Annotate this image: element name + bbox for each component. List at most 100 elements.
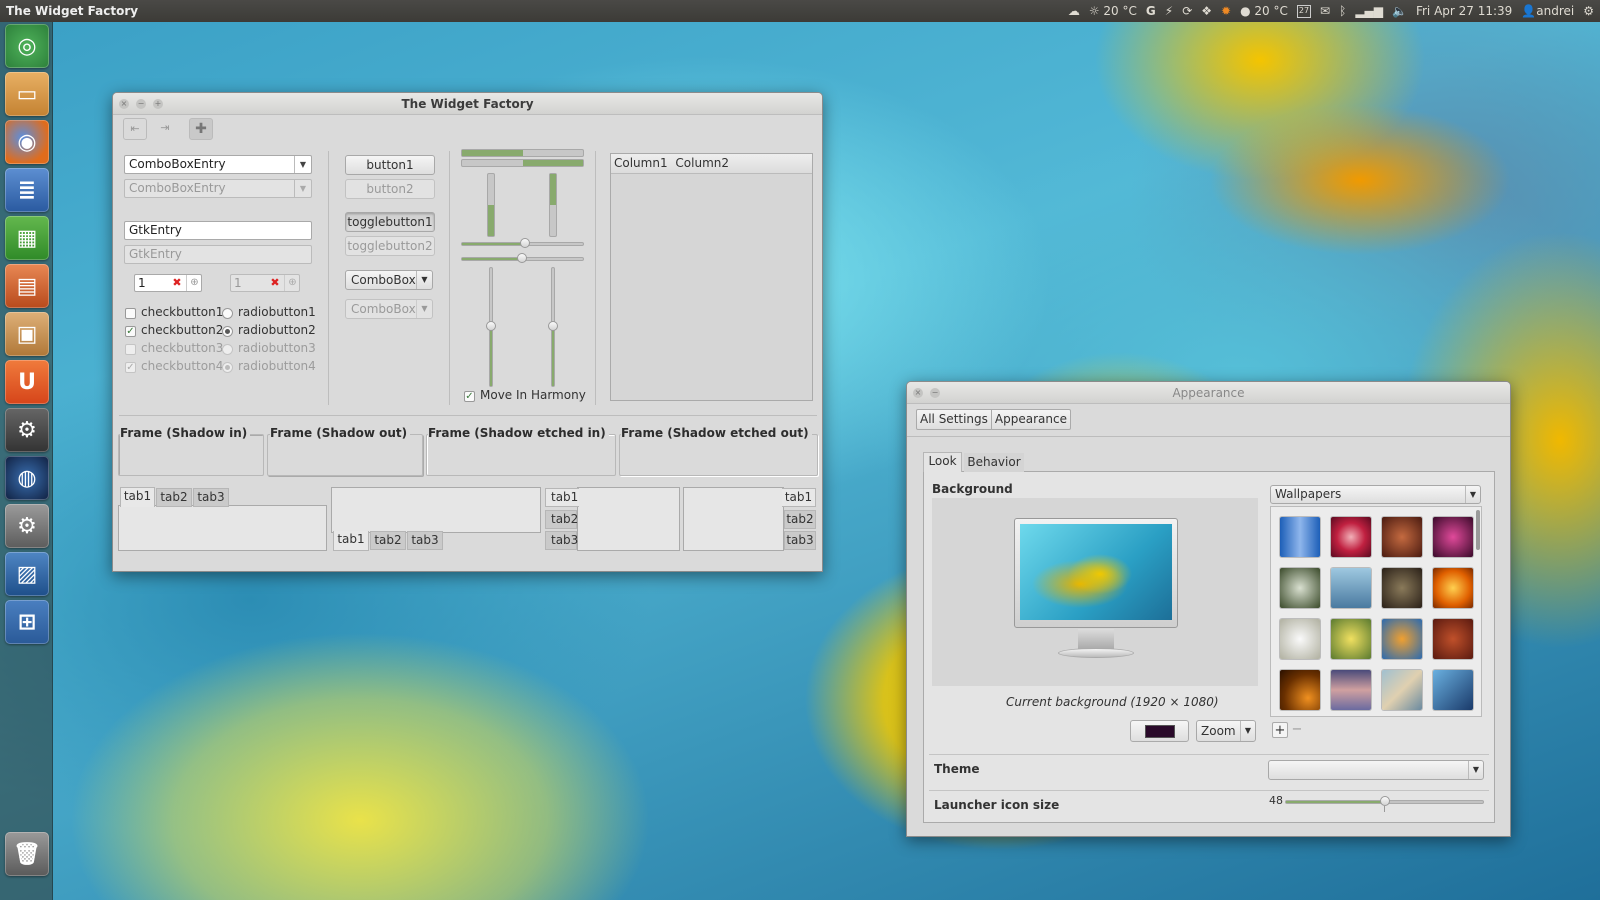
background-color-button[interactable] bbox=[1130, 720, 1189, 742]
dropbox-icon[interactable]: ❖ bbox=[1201, 4, 1212, 18]
dash-icon[interactable]: ◎ bbox=[5, 24, 49, 68]
gear-icon[interactable]: ⚙ bbox=[1583, 4, 1594, 18]
notebook-bottom-tab1[interactable]: tab1 bbox=[333, 531, 369, 551]
wallpaper-thumb[interactable] bbox=[1382, 568, 1422, 608]
notebook-bottom-tab2[interactable]: tab2 bbox=[370, 531, 406, 550]
first-page-button[interactable]: ⇤ bbox=[123, 118, 147, 140]
combo-box[interactable]: ComboBox ▼ bbox=[345, 270, 433, 290]
radiobutton1[interactable] bbox=[222, 308, 233, 319]
scale-knob[interactable] bbox=[520, 238, 530, 248]
wallpaper-thumb[interactable] bbox=[1280, 670, 1320, 710]
last-page-button[interactable]: ⇥ bbox=[153, 118, 177, 140]
home-folder-icon[interactable]: ▭ bbox=[5, 72, 49, 116]
wallpaper-thumb[interactable] bbox=[1433, 568, 1473, 608]
tab-behavior[interactable]: Behavior bbox=[964, 453, 1024, 472]
combo-box-entry[interactable]: ComboBoxEntry ▼ bbox=[124, 155, 312, 174]
firefox-icon[interactable]: ◉ bbox=[5, 120, 49, 164]
add-button[interactable]: ✚ bbox=[189, 118, 213, 140]
theme-combo[interactable]: ▼ bbox=[1268, 760, 1484, 780]
add-wallpaper-button[interactable]: + bbox=[1272, 722, 1288, 738]
notebook-right-tab3[interactable]: tab3 bbox=[784, 531, 816, 550]
network-icon[interactable]: ▂▄▆ bbox=[1355, 4, 1383, 18]
mail-icon[interactable]: ✉ bbox=[1320, 4, 1330, 18]
notebook-left-tab1[interactable]: tab1 bbox=[545, 488, 579, 507]
wallpaper-thumb[interactable] bbox=[1331, 670, 1371, 710]
radiobutton2[interactable] bbox=[222, 326, 233, 337]
button1[interactable]: button1 bbox=[345, 155, 435, 175]
wallpaper-thumb[interactable] bbox=[1433, 517, 1473, 557]
checkbutton1[interactable] bbox=[125, 308, 136, 319]
globe-icon[interactable]: ◍ bbox=[5, 456, 49, 500]
wallpaper-thumb[interactable] bbox=[1382, 517, 1422, 557]
minimize-icon[interactable]: − bbox=[930, 388, 940, 398]
scale-knob[interactable] bbox=[517, 253, 527, 263]
clock[interactable]: Fri Apr 27 11:39 bbox=[1416, 4, 1512, 18]
software-center-icon[interactable]: ▣ bbox=[5, 312, 49, 356]
wallpaper-scrollbar[interactable] bbox=[1476, 510, 1480, 550]
spin-up-icon[interactable]: ⊕ bbox=[186, 275, 201, 291]
notebook-bottom-tab3[interactable]: tab3 bbox=[407, 531, 443, 550]
system-tools-icon[interactable]: ⚙ bbox=[5, 408, 49, 452]
bluetooth-icon[interactable]: ᛒ bbox=[1339, 4, 1346, 18]
power-icon[interactable]: ⚡ bbox=[1165, 4, 1173, 18]
breadcrumb-all-settings[interactable]: All Settings bbox=[917, 410, 992, 429]
wallpaper-thumb[interactable] bbox=[1382, 670, 1422, 710]
volume-icon[interactable]: 🔈 bbox=[1392, 4, 1407, 18]
slider-knob[interactable] bbox=[1379, 796, 1390, 806]
notebook-right-tab1[interactable]: tab1 bbox=[782, 488, 816, 507]
wallpaper-thumb[interactable] bbox=[1280, 568, 1320, 608]
wallpaper-source-combo[interactable]: Wallpapers ▼ bbox=[1270, 485, 1481, 504]
notebook-left-tab2[interactable]: tab2 bbox=[545, 510, 578, 529]
wallpaper-thumb[interactable] bbox=[1280, 517, 1320, 557]
writer-icon[interactable]: ≣ bbox=[5, 168, 49, 212]
spin-button[interactable]: 1 ✖ ⊕ bbox=[134, 274, 202, 292]
sync-icon[interactable]: ⟳ bbox=[1182, 4, 1192, 18]
gtk-entry[interactable]: GtkEntry bbox=[124, 221, 312, 240]
trash-icon[interactable]: 🗑 bbox=[5, 832, 49, 876]
settings-icon[interactable]: ⚙ bbox=[5, 504, 49, 548]
weather-indicator[interactable]: ☼ 20 °C bbox=[1089, 4, 1137, 18]
update-icon[interactable]: ✹ bbox=[1221, 4, 1231, 18]
calc-icon[interactable]: ▦ bbox=[5, 216, 49, 260]
wallpaper-thumb[interactable] bbox=[1433, 670, 1473, 710]
notebook-top-tab2[interactable]: tab2 bbox=[156, 488, 192, 507]
zoom-combo[interactable]: Zoom ▼ bbox=[1196, 720, 1256, 742]
close-icon[interactable]: × bbox=[119, 99, 129, 109]
column2-header[interactable]: Column2 bbox=[675, 156, 729, 170]
impress-icon[interactable]: ▤ bbox=[5, 264, 49, 308]
notebook-left-tab3[interactable]: tab3 bbox=[545, 531, 578, 550]
screenshot-icon[interactable]: ▨ bbox=[5, 552, 49, 596]
cloud-icon[interactable]: ☁ bbox=[1068, 4, 1080, 18]
column1-header[interactable]: Column1 bbox=[614, 156, 668, 170]
wallpaper-thumb[interactable] bbox=[1331, 619, 1371, 659]
tree-view[interactable]: Column1 Column2 bbox=[610, 153, 813, 401]
maximize-icon[interactable]: + bbox=[153, 99, 163, 109]
scale-knob[interactable] bbox=[486, 321, 496, 331]
checkbutton2[interactable]: ✓ bbox=[125, 326, 136, 337]
wallpaper-thumb[interactable] bbox=[1382, 619, 1422, 659]
ubuntu-one-icon[interactable]: U bbox=[5, 360, 49, 404]
tab-look[interactable]: Look bbox=[923, 452, 962, 472]
notebook-top-tab1[interactable]: tab1 bbox=[120, 487, 155, 507]
google-icon[interactable]: G bbox=[1146, 4, 1156, 18]
wallpaper-thumb[interactable] bbox=[1331, 568, 1371, 608]
wallpaper-thumb[interactable] bbox=[1280, 619, 1320, 659]
scale-knob[interactable] bbox=[548, 321, 558, 331]
notebook-right-tab2[interactable]: tab2 bbox=[784, 510, 816, 529]
calendar-icon[interactable]: 27 bbox=[1296, 4, 1312, 18]
user-menu[interactable]: 👤 andrei bbox=[1521, 4, 1574, 18]
remove-wallpaper-button[interactable]: − bbox=[1289, 722, 1305, 738]
wallpaper-thumb[interactable] bbox=[1433, 619, 1473, 659]
wallpaper-thumb[interactable] bbox=[1331, 517, 1371, 557]
chevron-down-icon[interactable]: ▼ bbox=[294, 156, 311, 173]
notebook-top-tab3[interactable]: tab3 bbox=[193, 488, 229, 507]
minimize-icon[interactable]: − bbox=[136, 99, 146, 109]
breadcrumb-appearance[interactable]: Appearance bbox=[992, 410, 1070, 429]
close-icon[interactable]: × bbox=[913, 388, 923, 398]
weather-indicator-2[interactable]: ● 20 °C bbox=[1240, 4, 1288, 18]
wallpaper-grid[interactable] bbox=[1270, 506, 1482, 717]
workspace-switcher-icon[interactable]: ⊞ bbox=[5, 600, 49, 644]
togglebutton1[interactable]: togglebutton1 bbox=[345, 212, 435, 232]
clear-icon[interactable]: ✖ bbox=[169, 275, 185, 291]
move-in-harmony-check[interactable]: ✓ bbox=[464, 391, 475, 402]
